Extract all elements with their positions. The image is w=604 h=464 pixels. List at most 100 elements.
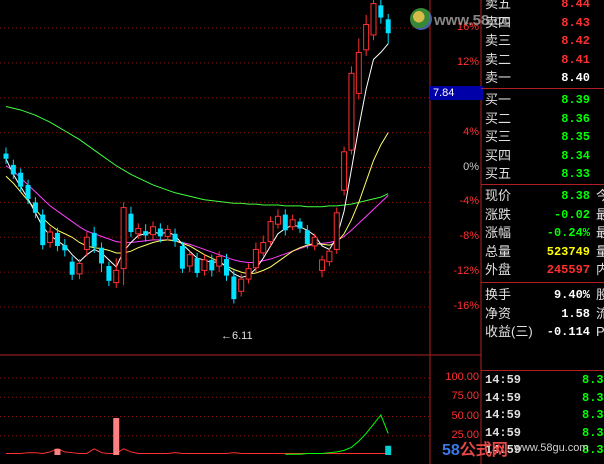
candle-body [40,214,46,246]
candle [128,206,134,238]
ask-row: 卖二 8.41 [485,51,604,69]
tick-row: 14:59 8.34 [485,372,604,389]
candle-body [252,248,259,269]
ask-row-value: 8.44 [561,0,590,11]
quote-row-suffix: 今 [596,188,604,203]
panel-rule [481,184,604,185]
candle [311,233,318,251]
candle-body [304,230,310,245]
candle [32,197,38,219]
candle [355,38,362,100]
candle-body [186,254,193,267]
candle [120,202,127,286]
candle [91,226,97,253]
candlesticks [3,0,391,304]
candle-body [91,232,97,247]
quote-row-suffix: 最 [596,225,604,240]
candle [385,14,391,44]
candle-body [120,207,127,270]
quote-row: 外盘 245597 内 [485,261,604,279]
pct-axis-label: -8% [459,230,479,243]
candle [333,207,340,254]
candle [10,159,16,179]
candle-body [54,232,60,246]
candle-body [385,19,391,34]
vol-axis-label: 50.00 [451,409,479,422]
candle [378,0,384,24]
stat-row-label: 换手 [485,287,512,302]
candle-body [143,231,149,236]
tick-time: 14:59 [485,408,522,422]
candle [69,256,75,280]
pct-axis-label: -12% [453,265,479,278]
quote-row-suffix: 量 [596,243,604,259]
candle-body [10,164,16,175]
candle-body [150,226,156,236]
candle-body [311,236,318,247]
candle-body [245,268,252,280]
ask-row: 卖一 8.40 [485,69,604,87]
candle-body [289,219,296,228]
candle-body [157,228,163,237]
candle [289,214,296,231]
candle [83,232,90,257]
panel-rule [481,370,604,371]
bid-row-label: 买四 [485,147,512,163]
ask-row: 卖四 8.43 [485,14,604,32]
quote-row-label: 总量 [485,243,512,259]
candle [40,209,46,250]
candle [282,209,288,236]
candle [348,66,355,155]
pct-axis-label: 12% [456,55,479,68]
vol-axis-label: 100.00 [445,371,479,383]
current-price-tag: 7.84 [430,86,483,100]
candle-body [69,261,75,275]
candle-body [231,276,237,300]
quote-row-suffix: 最 [596,206,604,222]
candle [201,254,208,276]
candle-body [201,259,208,271]
candle-body [18,172,24,187]
candle-body [274,215,281,225]
candle-body [267,221,274,243]
candle-body [216,255,223,267]
candle [274,209,281,229]
bid-row: 买三 8.35 [485,128,604,146]
bid-row-label: 买五 [485,166,512,181]
candle-body [378,5,384,18]
candle-body [326,250,333,263]
bid-row-label: 买二 [485,110,512,126]
candle [143,224,149,242]
quote-row-value: 8.38 [561,189,590,203]
bid-row-value: 8.33 [561,167,590,181]
candle-body [99,247,105,264]
bid-row-value: 8.35 [561,130,590,144]
candle [370,0,377,41]
candle-body [333,212,340,250]
candle-body [106,266,112,281]
candle-body [348,72,355,151]
candle-body [76,262,83,275]
watermark-num: 58 [442,442,460,459]
candle [326,247,333,267]
bid-row: 买一 8.39 [485,91,604,109]
panel-rule [481,282,604,283]
candle-body [47,231,54,243]
candle [18,168,24,192]
watermark-site: www.58gu.com [514,442,589,454]
candle-body [319,259,326,271]
candle-body [113,269,120,284]
candle-body [62,245,68,251]
chart-frame [0,0,482,464]
pct-axis-label: 0% [463,160,479,173]
tick-price: 8.34 [582,408,604,422]
candle-body [194,258,200,273]
ma-line-ma_longest [5,105,389,208]
low-price-marker: ←6.11 [221,330,253,342]
candle-body [238,278,245,292]
panel-rule [481,88,604,89]
candle [297,218,303,233]
candle-body [260,241,267,254]
stat-row-suffix: P [596,324,604,339]
ask-row-label: 卖四 [485,14,512,30]
